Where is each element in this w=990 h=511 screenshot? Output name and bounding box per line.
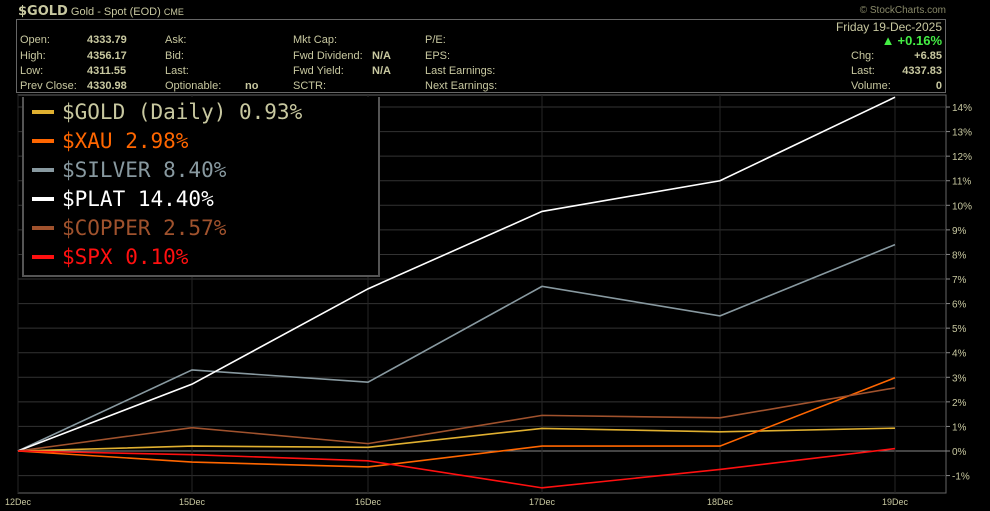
legend-swatch <box>32 109 54 114</box>
legend-swatch <box>32 138 54 143</box>
y-tick-label: 2% <box>952 398 967 409</box>
y-tick-label: 9% <box>952 226 967 237</box>
y-tick-label: 13% <box>952 128 972 139</box>
legend-label: $SILVER 8.40% <box>62 157 227 182</box>
x-tick-label: 15Dec <box>179 497 206 507</box>
legend-item: $XAU 2.98% <box>24 126 378 155</box>
y-tick-label: -1% <box>952 472 970 483</box>
legend-label: $PLAT 14.40% <box>62 186 214 211</box>
series-line-golddaily <box>17 427 896 452</box>
legend-item: $SILVER 8.40% <box>24 155 378 184</box>
y-tick-label: 4% <box>952 349 967 360</box>
y-tick-label: 8% <box>952 250 967 261</box>
x-tick-label: 12Dec <box>5 497 32 507</box>
legend-swatch <box>32 254 54 259</box>
y-tick-label: 7% <box>952 275 967 286</box>
y-tick-label: 10% <box>952 201 972 212</box>
legend-item: $GOLD (Daily) 0.93% <box>24 97 378 126</box>
x-tick-label: 18Dec <box>707 497 734 507</box>
y-tick-label: 6% <box>952 300 967 311</box>
legend-label: $XAU 2.98% <box>62 128 189 153</box>
x-tick-label: 16Dec <box>355 497 382 507</box>
y-tick-label: 14% <box>952 103 972 114</box>
legend-label: $GOLD (Daily) 0.93% <box>62 99 303 124</box>
y-tick-label: 1% <box>952 422 967 433</box>
legend-item: $COPPER 2.57% <box>24 213 378 242</box>
legend: $GOLD (Daily) 0.93% $XAU 2.98% $SILVER 8.4… <box>22 97 380 277</box>
y-tick-label: 0% <box>952 447 967 458</box>
series-line-spx <box>17 447 896 489</box>
legend-item: $PLAT 14.40% <box>24 184 378 213</box>
legend-item: $SPX 0.10% <box>24 242 378 271</box>
y-tick-label: 12% <box>952 152 972 163</box>
x-tick-label: 19Dec <box>882 497 909 507</box>
y-tick-label: 5% <box>952 324 967 335</box>
y-tick-label: 11% <box>952 177 971 188</box>
legend-label: $COPPER 2.57% <box>62 215 227 240</box>
x-tick-label: 17Dec <box>529 497 556 507</box>
series-line-copper <box>17 387 896 452</box>
legend-swatch <box>32 167 54 172</box>
legend-swatch <box>32 196 54 201</box>
legend-label: $SPX 0.10% <box>62 244 189 269</box>
legend-swatch <box>32 225 54 230</box>
y-tick-label: 3% <box>952 373 967 384</box>
